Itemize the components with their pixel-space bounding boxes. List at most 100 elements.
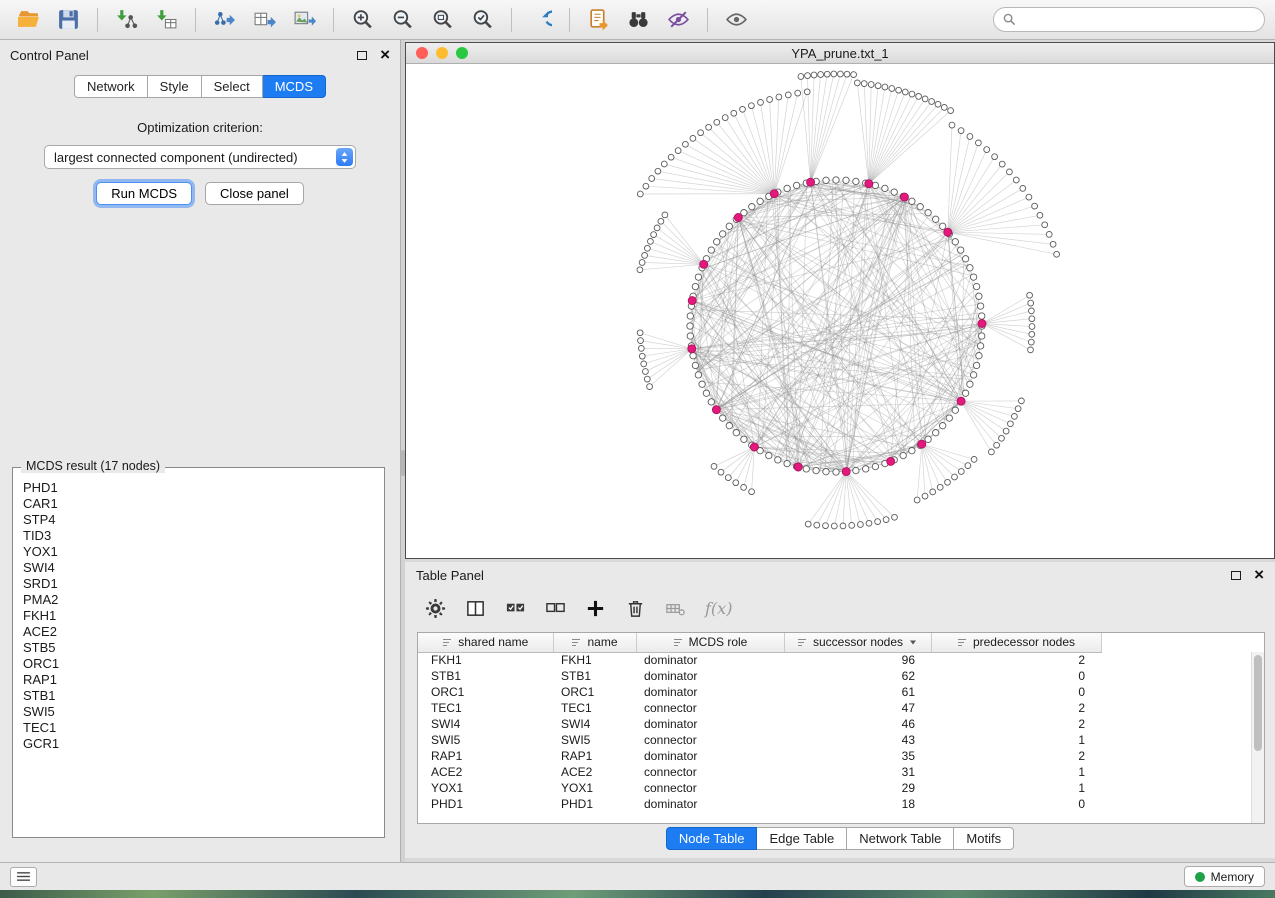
table-row[interactable]: TEC1TEC1connector472 <box>418 700 1251 716</box>
memory-button[interactable]: Memory <box>1184 866 1265 887</box>
node-table: shared name name MCDS role successor nod… <box>417 632 1265 824</box>
scrollbar-thumb[interactable] <box>1254 655 1262 751</box>
window-controls <box>416 47 468 59</box>
column-header-shared-name[interactable]: shared name <box>418 633 553 652</box>
mcds-result-item[interactable]: STB1 <box>23 688 384 704</box>
select-all-icon <box>505 598 526 619</box>
network-window-title: YPA_prune.txt_1 <box>791 46 888 61</box>
delete-rows-button[interactable] <box>665 598 686 619</box>
export-network-button[interactable] <box>206 4 243 36</box>
hide-selected-button[interactable] <box>660 4 697 36</box>
show-columns-button[interactable] <box>465 598 486 619</box>
mcds-result-item[interactable]: FKH1 <box>23 608 384 624</box>
table-row[interactable]: PHD1PHD1dominator180 <box>418 796 1251 812</box>
import-network-button[interactable] <box>108 4 145 36</box>
control-panel: Control Panel × Network Style Select MCD… <box>0 40 401 862</box>
mcds-result-item[interactable]: STP4 <box>23 512 384 528</box>
tab-select[interactable]: Select <box>202 75 263 98</box>
tab-edge-table[interactable]: Edge Table <box>757 827 847 850</box>
table-row[interactable]: SWI5SWI5connector431 <box>418 732 1251 748</box>
memory-status-icon <box>1195 872 1205 882</box>
mcds-result-item[interactable]: ACE2 <box>23 624 384 640</box>
mcds-result-group: MCDS result (17 nodes) PHD1CAR1STP4TID3Y… <box>12 467 385 838</box>
close-panel-icon[interactable]: × <box>380 49 390 61</box>
zoom-in-button[interactable] <box>344 4 381 36</box>
columns-icon <box>465 598 486 619</box>
select-stepper-icon <box>336 148 353 166</box>
network-canvas[interactable] <box>406 64 1274 558</box>
mcds-result-item[interactable]: TEC1 <box>23 720 384 736</box>
table-toolbar: f(x) <box>405 588 1275 628</box>
zoom-fit-button[interactable] <box>424 4 461 36</box>
mcds-result-item[interactable]: SWI5 <box>23 704 384 720</box>
float-table-panel-icon[interactable] <box>1231 571 1241 580</box>
toolbar-separator <box>511 8 512 32</box>
mcds-result-item[interactable]: YOX1 <box>23 544 384 560</box>
tab-style[interactable]: Style <box>148 75 202 98</box>
table-row[interactable]: STB1STB1dominator620 <box>418 668 1251 684</box>
tab-node-table[interactable]: Node Table <box>666 827 758 850</box>
tab-motifs[interactable]: Motifs <box>954 827 1014 850</box>
zoom-out-button[interactable] <box>384 4 421 36</box>
eye-slash-icon <box>667 8 690 31</box>
close-table-panel-icon[interactable]: × <box>1254 569 1264 581</box>
add-column-button[interactable] <box>585 598 606 619</box>
criterion-select[interactable]: largest connected component (undirected) <box>44 145 356 169</box>
tab-network-table[interactable]: Network Table <box>847 827 954 850</box>
mcds-result-item[interactable]: CAR1 <box>23 496 384 512</box>
column-header-predecessor-nodes[interactable]: predecessor nodes <box>931 633 1101 652</box>
network-window-titlebar[interactable]: YPA_prune.txt_1 <box>406 43 1274 64</box>
run-mcds-button[interactable]: Run MCDS <box>96 182 192 205</box>
table-row[interactable]: FKH1FKH1dominator962 <box>418 652 1251 668</box>
mcds-result-item[interactable]: GCR1 <box>23 736 384 752</box>
column-header-name[interactable]: name <box>553 633 636 652</box>
table-panel-title: Table Panel <box>416 568 484 583</box>
export-table-button[interactable] <box>246 4 283 36</box>
tab-network[interactable]: Network <box>74 75 148 98</box>
export-image-button[interactable] <box>286 4 323 36</box>
mcds-result-item[interactable]: RAP1 <box>23 672 384 688</box>
table-scrollbar[interactable] <box>1251 652 1264 823</box>
binoculars-icon <box>627 8 650 31</box>
float-panel-icon[interactable] <box>357 51 367 60</box>
search-icon <box>1003 13 1016 26</box>
tab-mcds[interactable]: MCDS <box>263 75 326 98</box>
delete-column-button[interactable] <box>625 598 646 619</box>
table-row[interactable]: ACE2ACE2connector311 <box>418 764 1251 780</box>
save-session-button[interactable] <box>50 4 87 36</box>
mcds-result-item[interactable]: SRD1 <box>23 576 384 592</box>
copy-network-button[interactable] <box>580 4 617 36</box>
refresh-button[interactable] <box>522 4 559 36</box>
task-history-button[interactable] <box>10 867 37 887</box>
mcds-result-item[interactable]: SWI4 <box>23 560 384 576</box>
search-input[interactable] <box>1022 12 1255 27</box>
import-table-button[interactable] <box>148 4 185 36</box>
select-all-rows-button[interactable] <box>505 598 526 619</box>
first-neighbors-button[interactable] <box>620 4 657 36</box>
zoom-selected-button[interactable] <box>464 4 501 36</box>
mcds-result-item[interactable]: PMA2 <box>23 592 384 608</box>
maximize-window-icon[interactable] <box>456 47 468 59</box>
table-row[interactable]: SWI4SWI4dominator462 <box>418 716 1251 732</box>
column-header-successor-nodes[interactable]: successor nodes <box>784 633 931 652</box>
table-row[interactable]: RAP1RAP1dominator352 <box>418 748 1251 764</box>
minimize-window-icon[interactable] <box>436 47 448 59</box>
open-session-button[interactable] <box>10 4 47 36</box>
import-table-icon <box>155 8 178 31</box>
function-builder-button[interactable]: f(x) <box>705 599 732 618</box>
table-row[interactable]: YOX1YOX1connector291 <box>418 780 1251 796</box>
mcds-result-item[interactable]: TID3 <box>23 528 384 544</box>
export-image-icon <box>293 8 316 31</box>
close-window-icon[interactable] <box>416 47 428 59</box>
mcds-result-item[interactable]: ORC1 <box>23 656 384 672</box>
table-settings-button[interactable] <box>425 598 446 619</box>
column-header-mcds-role[interactable]: MCDS role <box>636 633 784 652</box>
mcds-result-item[interactable]: STB5 <box>23 640 384 656</box>
close-panel-button[interactable]: Close panel <box>205 182 304 205</box>
import-network-icon <box>115 8 138 31</box>
node-table-body: FKH1FKH1dominator962STB1STB1dominator620… <box>418 652 1251 812</box>
table-row[interactable]: ORC1ORC1dominator610 <box>418 684 1251 700</box>
show-all-button[interactable] <box>718 4 755 36</box>
deselect-all-rows-button[interactable] <box>545 598 566 619</box>
mcds-result-item[interactable]: PHD1 <box>23 480 384 496</box>
